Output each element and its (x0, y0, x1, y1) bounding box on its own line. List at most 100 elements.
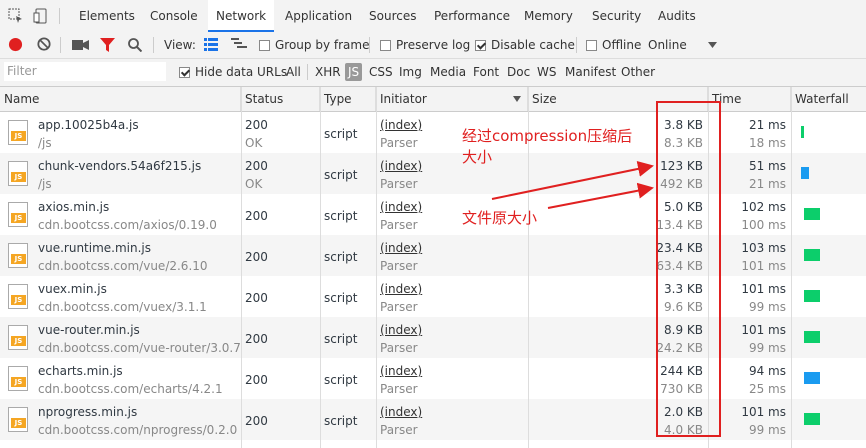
column-header-name[interactable]: Name (0, 87, 241, 111)
checkbox-box-checked[interactable] (179, 67, 190, 78)
filter-type-ws[interactable]: WS (537, 59, 556, 85)
filter-type-doc[interactable]: Doc (507, 59, 530, 85)
js-file-icon: JS (8, 284, 28, 309)
screenshot-camera-icon[interactable] (72, 39, 89, 51)
table-row[interactable]: JS vue-router.min.js cdn.bootcss.com/vue-r… (0, 317, 866, 358)
checkbox-box[interactable] (586, 40, 597, 51)
request-name: axios.min.js (38, 200, 110, 214)
filter-type-img[interactable]: Img (399, 59, 422, 85)
inspect-element-icon[interactable] (8, 8, 24, 24)
tab-security[interactable]: Security (592, 0, 641, 32)
filter-type-media[interactable]: Media (430, 59, 466, 85)
initiator-link[interactable]: (index) (380, 323, 422, 337)
initiator-link[interactable]: (index) (380, 118, 422, 132)
tab-performance[interactable]: Performance (434, 0, 510, 32)
column-header-initiator[interactable]: Initiator (376, 87, 528, 111)
waterfall-bar (804, 372, 820, 384)
tab-console[interactable]: Console (150, 0, 198, 32)
request-path: cdn.bootcss.com/vue/2.6.10 (38, 259, 208, 273)
table-row[interactable]: JS nprogress.min.js cdn.bootcss.com/nprogr… (0, 399, 866, 440)
chevron-down-icon[interactable] (708, 42, 717, 48)
latency-time: 21 ms (748, 177, 786, 191)
checkbox-box[interactable] (380, 40, 391, 51)
divider (369, 37, 370, 53)
js-file-icon: JS (8, 161, 28, 186)
initiator-link[interactable]: (index) (380, 364, 422, 378)
initiator-link[interactable]: (index) (380, 282, 422, 296)
divider (59, 8, 60, 24)
status-code: 200 (245, 332, 268, 346)
network-toolbar: View: Group by frame Preserve log Disabl… (0, 32, 866, 59)
size-highlight-box (656, 101, 721, 437)
filter-type-manifest[interactable]: Manifest (565, 59, 616, 85)
initiator-link[interactable]: (index) (380, 405, 422, 419)
tab-network[interactable]: Network (208, 0, 275, 32)
search-icon[interactable] (128, 38, 142, 52)
sort-descending-icon[interactable] (513, 96, 521, 102)
table-row[interactable]: JS chunk-vendors.54a6f215.js/js 200 OK scrip… (0, 153, 866, 194)
initiator-type: Parser (380, 259, 418, 273)
resource-type: script (324, 332, 358, 346)
tab-application[interactable]: Application (285, 0, 352, 32)
table-row[interactable]: JS axios.min.js cdn.bootcss.com/axios/0.19… (0, 194, 866, 235)
waterfall-bar (801, 126, 804, 138)
divider (153, 37, 154, 53)
status-code: 200 (245, 414, 268, 428)
waterfall-bar (801, 167, 809, 179)
tab-sources[interactable]: Sources (369, 0, 416, 32)
waterfall-overview-icon[interactable] (231, 38, 247, 51)
request-path: /js (38, 136, 52, 150)
filter-bar: Filter Hide data URLs All XHR JS CSS Img… (0, 59, 866, 86)
preserve-log-checkbox[interactable]: Preserve log (380, 32, 470, 58)
table-row[interactable]: JS app.10025b4a.js/js 200 OK script (index) Pa… (0, 112, 866, 153)
resource-type: script (324, 209, 358, 223)
filter-type-other[interactable]: Other (621, 59, 655, 85)
column-header-status[interactable]: Status (241, 87, 320, 111)
request-name: vue-router.min.js (38, 323, 140, 337)
offline-checkbox[interactable]: Offline (586, 32, 641, 58)
tab-elements[interactable]: Elements (79, 0, 135, 32)
resource-type: script (324, 373, 358, 387)
initiator-link[interactable]: (index) (380, 200, 422, 214)
request-name: vuex.min.js (38, 282, 107, 296)
latency-time: 99 ms (748, 341, 786, 355)
hide-data-urls-checkbox[interactable]: Hide data URLs (179, 59, 287, 85)
resource-type: script (324, 250, 358, 264)
initiator-type: Parser (380, 341, 418, 355)
table-row[interactable]: JS vue.runtime.min.js cdn.bootcss.com/vue/… (0, 235, 866, 276)
filter-type-all[interactable]: All (286, 59, 301, 85)
disable-cache-checkbox[interactable]: Disable cache (475, 32, 575, 58)
table-row[interactable]: JS vuex.min.js cdn.bootcss.com/vuex/3.1.1 2… (0, 276, 866, 317)
column-divider (320, 87, 321, 448)
device-toolbar-icon[interactable] (33, 8, 49, 24)
checkbox-box-checked[interactable] (475, 40, 486, 51)
filter-type-xhr[interactable]: XHR (315, 59, 341, 85)
initiator-link[interactable]: (index) (380, 241, 422, 255)
filter-icon[interactable] (100, 38, 115, 52)
clear-icon[interactable] (37, 37, 51, 51)
initiator-type: Parser (380, 382, 418, 396)
tab-memory[interactable]: Memory (524, 0, 573, 32)
column-header-type[interactable]: Type (320, 87, 376, 111)
filter-type-js[interactable]: JS (345, 63, 363, 81)
throttling-value: Online (648, 38, 687, 52)
initiator-link[interactable]: (index) (380, 159, 422, 173)
column-header-waterfall[interactable]: Waterfall (791, 87, 866, 111)
tab-audits[interactable]: Audits (658, 0, 696, 32)
checkbox-box[interactable] (259, 40, 270, 51)
filter-type-css[interactable]: CSS (369, 59, 393, 85)
throttling-select[interactable]: Online (648, 32, 687, 58)
js-file-icon: JS (8, 325, 28, 350)
large-rows-icon[interactable] (204, 38, 218, 51)
filter-type-font[interactable]: Font (473, 59, 499, 85)
table-row[interactable]: JS echarts.min.js cdn.bootcss.com/echarts/… (0, 358, 866, 399)
js-file-icon: JS (8, 366, 28, 391)
divider (60, 37, 61, 53)
status-code: 200 (245, 159, 268, 173)
filter-input[interactable]: Filter (4, 62, 166, 81)
record-icon[interactable] (8, 37, 23, 52)
compressed-size-annotation: 经过compression压缩后 (462, 127, 633, 145)
group-by-frame-checkbox[interactable]: Group by frame (259, 32, 369, 58)
original-size-annotation: 文件原大小 (462, 209, 538, 227)
offline-label: Offline (602, 38, 642, 52)
